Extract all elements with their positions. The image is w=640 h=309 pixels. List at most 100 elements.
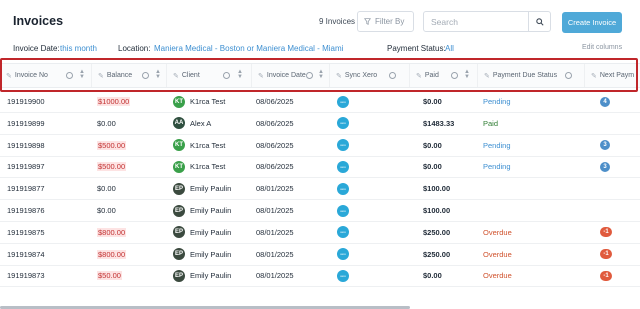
location-filter-link[interactable]: Maniera Medical - Boston or Maniera Medi… [154,44,343,53]
invoice-date-cell: 08/06/2025 [256,118,294,128]
info-icon [451,72,458,79]
payment-due-status-cell: Overdue [483,227,512,237]
next-payment-badge: 3 [600,140,610,151]
table-header: ✎ Invoice No ▲ ▼ ✎ Balance ▲ ▼ ✎ Client ▲ ▼ ✎ I… [0,63,640,88]
payment-due-status-cell: Overdue [483,249,512,259]
balance-cell: $0.00 [97,200,116,221]
client-cell[interactable]: EP Emily Paulin [173,200,231,221]
next-payment-badge: 3 [600,161,610,172]
payment-status-filter-link[interactable]: All [445,44,454,53]
table-row[interactable]: 191919876 $0.00 EP Emily Paulin 08/01/2025 xe… [0,200,640,222]
column-header-balance[interactable]: ✎ Balance ▲ ▼ [92,64,167,87]
invoice-no-cell[interactable]: 191919874 [7,244,45,265]
paid-cell: $0.00 [423,140,442,150]
sort-icon[interactable]: ▲ ▼ [464,69,470,80]
table-row[interactable]: 191919900 $1000.00 KT K1rca Test 08/06/2025 x… [0,91,640,113]
sort-icon[interactable]: ▲ ▼ [318,69,324,80]
avatar: EP [173,248,185,261]
avatar: AA [173,117,185,130]
sort-icon[interactable]: ▲ ▼ [237,69,243,80]
search-input[interactable] [424,12,524,32]
client-cell[interactable]: EP Emily Paulin [173,265,231,286]
invoice-no-cell[interactable]: 191919898 [7,135,45,156]
table-row[interactable]: 191919897 $500.00 KT K1rca Test 08/06/2025 xe… [0,156,640,179]
column-header-invoice-date[interactable]: ✎ Invoice Date ▲ ▼ [252,64,330,87]
invoice-date-filter-link[interactable]: this month [60,44,97,53]
client-name: Emily Paulin [190,271,232,281]
next-payment-badge: -1 [600,227,612,238]
edit-columns-link[interactable]: Edit columns [582,44,622,51]
page-title: Invoices [13,14,64,28]
client-name: Emily Paulin [190,227,232,237]
balance-cell: $0.00 [97,178,116,199]
table-row[interactable]: 191919899 $0.00 AA Alex A 08/06/2025 xero $148… [0,113,640,135]
invoice-no-cell[interactable]: 191919900 [7,91,45,112]
sort-icon[interactable]: ▲ ▼ [79,69,85,80]
client-name: Emily Paulin [190,206,232,215]
search-button[interactable] [528,12,550,31]
filter-by-button[interactable]: Filter By [357,11,414,32]
column-header-sync-xero[interactable]: ✎ Sync Xero [330,64,410,87]
sort-icon[interactable]: ▲ ▼ [155,69,161,80]
invoice-date-filter-label: Invoice Date: [13,44,60,53]
edit-icon: ✎ [484,72,490,80]
client-cell[interactable]: KT K1rca Test [173,156,225,177]
payment-status-filter-label: Payment Status: [387,44,446,53]
invoice-no-cell[interactable]: 191919877 [7,178,45,199]
table-row[interactable]: 191919874 $800.00 EP Emily Paulin 08/01/2025… [0,244,640,266]
invoice-no-cell[interactable]: 191919875 [7,222,45,243]
edit-icon: ✎ [591,72,597,80]
next-payment-badge: -1 [600,249,612,260]
table-row[interactable]: 191919877 $0.00 EP Emily Paulin 08/01/2025 xe… [0,178,640,201]
xero-sync-icon[interactable]: xero [337,117,349,130]
xero-sync-icon[interactable]: xero [337,269,349,282]
column-header-paid[interactable]: ✎ Paid ▲ ▼ [410,64,478,87]
next-payment-cell: -1 [600,265,612,286]
sync-xero-cell: xero [337,156,349,177]
column-header-next-payment[interactable]: ✎ Next Paym [585,64,640,87]
balance-cell: $1000.00 [97,91,131,112]
filter-icon [364,18,371,25]
xero-sync-icon[interactable]: xero [337,204,349,217]
client-cell[interactable]: KT K1rca Test [173,135,225,156]
invoice-no-cell[interactable]: 191919897 [7,156,45,177]
client-cell[interactable]: EP Emily Paulin [173,178,231,199]
column-header-payment-due-status[interactable]: ✎ Payment Due Status [478,64,585,87]
client-name: Alex A [190,118,212,128]
invoice-no-cell[interactable]: 191919899 [7,113,45,134]
invoice-no-cell[interactable]: 191919873 [7,265,45,286]
xero-sync-icon[interactable]: xero [337,248,349,261]
balance-value: $800.00 [97,249,127,259]
avatar: EP [173,204,185,217]
table-row[interactable]: 191919898 $500.00 KT K1rca Test 08/06/2025 xe… [0,135,640,157]
info-icon [389,72,396,79]
table-row[interactable]: 191919875 $800.00 EP Emily Paulin 08/01/2025… [0,222,640,244]
payment-due-status-cell: Pending [483,162,511,172]
xero-sync-icon[interactable]: xero [337,182,349,195]
sync-xero-cell: xero [337,91,349,112]
avatar: EP [173,226,185,239]
invoice-no-cell[interactable]: 191919876 [7,200,45,221]
column-header-invoice-no[interactable]: ✎ Invoice No ▲ ▼ [0,64,92,87]
top-bar: Invoices 9 Invoices Filter By Create Inv… [0,0,640,40]
xero-sync-icon[interactable]: xero [337,226,349,239]
next-payment-cell: 3 [600,135,610,156]
xero-sync-icon[interactable]: xero [337,95,349,108]
xero-sync-icon[interactable]: xero [337,139,349,152]
balance-cell: $500.00 [97,135,127,156]
client-cell[interactable]: AA Alex A [173,113,211,134]
balance-cell: $800.00 [97,222,127,243]
invoice-date-cell: 08/01/2025 [256,249,294,259]
client-cell[interactable]: EP Emily Paulin [173,244,231,265]
balance-value: $500.00 [97,140,127,150]
avatar: EP [173,269,185,282]
client-cell[interactable]: EP Emily Paulin [173,222,231,243]
xero-sync-icon[interactable]: xero [337,160,349,173]
client-cell[interactable]: KT K1rca Test [173,91,225,112]
balance-value: $0.00 [97,184,116,194]
column-header-client[interactable]: ✎ Client ▲ ▼ [167,64,252,87]
table-row[interactable]: 191919873 $50.00 EP Emily Paulin 08/01/2025 x… [0,265,640,288]
create-invoice-button[interactable]: Create Invoice [562,12,622,33]
paid-cell: $0.00 [423,162,442,172]
info-icon [306,72,313,79]
